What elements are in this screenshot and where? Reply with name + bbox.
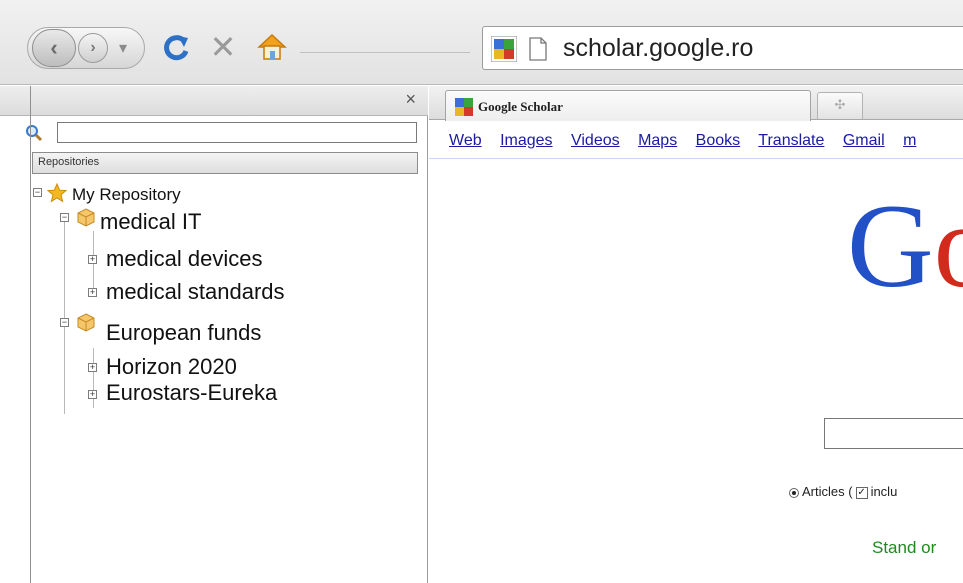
tree-node-group[interactable]: medical IT — [100, 209, 201, 235]
tree-guide-line — [64, 214, 65, 414]
back-button[interactable]: ‹ — [32, 29, 76, 67]
include-checkbox[interactable]: ✓ — [855, 486, 868, 499]
home-button[interactable] — [254, 28, 290, 66]
reload-button[interactable] — [160, 28, 194, 66]
nav-link-videos[interactable]: Videos — [571, 132, 620, 149]
child-expander[interactable]: + — [88, 363, 97, 372]
new-tab-button[interactable]: ✣ — [817, 92, 863, 119]
back-icon: ‹ — [50, 35, 58, 60]
nav-link-translate[interactable]: Translate — [758, 132, 824, 149]
google-scholar-favicon-icon — [491, 36, 517, 62]
scholar-search-input[interactable] — [824, 418, 963, 449]
nav-link-images[interactable]: Images — [500, 132, 552, 149]
history-dropdown-icon: ▾ — [118, 40, 128, 57]
child-expander[interactable]: + — [88, 390, 97, 399]
tree-node-child[interactable]: medical standards — [106, 279, 285, 305]
group-expander[interactable]: − — [60, 318, 69, 327]
include-label: inclu — [870, 484, 898, 499]
browser-toolbar: ‹ › ▾ ✕ scholar.google.ro — [0, 0, 963, 85]
nav-link-web[interactable]: Web — [449, 132, 482, 149]
address-bar[interactable]: scholar.google.ro — [482, 26, 963, 70]
toolbar-separator — [300, 52, 470, 53]
new-tab-icon: ✣ — [834, 97, 846, 112]
nav-link-maps[interactable]: Maps — [638, 132, 677, 149]
tab-google-scholar[interactable]: Google Scholar — [445, 90, 811, 121]
history-dropdown-button[interactable]: ▾ — [112, 36, 134, 60]
tab-strip: Google Scholar ✣ — [429, 86, 963, 121]
repository-sidebar: × Repositories − My Repository − medical… — [0, 86, 428, 583]
tree-node-group[interactable]: European funds — [106, 320, 261, 346]
google-nav-bar: Web Images Videos Maps Books Translate G… — [449, 132, 963, 154]
nav-link-books[interactable]: Books — [696, 132, 740, 149]
google-scholar-logo: Go — [847, 186, 963, 306]
cube-icon — [77, 208, 95, 227]
logo-letter: G — [847, 179, 934, 312]
forward-icon: › — [90, 39, 96, 56]
home-icon — [257, 33, 287, 60]
url-text[interactable]: scholar.google.ro — [563, 34, 753, 63]
stop-icon: ✕ — [209, 29, 237, 65]
google-scholar-favicon-icon — [455, 98, 473, 116]
tree-node-child[interactable]: Horizon 2020 — [106, 354, 237, 380]
page-icon — [529, 37, 547, 61]
articles-radio[interactable] — [789, 487, 799, 498]
nav-link-gmail[interactable]: Gmail — [843, 132, 885, 149]
nav-bar-divider — [429, 158, 963, 159]
group-expander[interactable]: − — [60, 213, 69, 222]
forward-button[interactable]: › — [78, 33, 108, 63]
search-options: Articles (✓ inclu — [789, 484, 897, 499]
sidebar-frame-edge — [30, 86, 31, 583]
star-icon — [47, 183, 67, 203]
cube-icon — [77, 313, 95, 332]
articles-label: Articles ( — [802, 484, 853, 499]
tree-guide-line — [93, 348, 94, 408]
logo-letter: o — [934, 179, 963, 312]
tree-node-child[interactable]: medical devices — [106, 246, 263, 272]
tree-node-root[interactable]: My Repository — [72, 185, 181, 205]
browser-content: Google Scholar ✣ Web Images Videos Maps … — [429, 86, 963, 583]
stop-button[interactable]: ✕ — [206, 28, 240, 66]
child-expander[interactable]: + — [88, 288, 97, 297]
repository-tree: − My Repository − medical IT + medical d… — [0, 86, 428, 583]
tab-title: Google Scholar — [478, 99, 563, 114]
child-expander[interactable]: + — [88, 255, 97, 264]
reload-icon — [164, 35, 189, 61]
nav-link-more[interactable]: m — [903, 132, 916, 149]
root-expander[interactable]: − — [33, 188, 42, 197]
scholar-tagline: Stand or — [872, 538, 937, 557]
tree-node-child[interactable]: Eurostars-Eureka — [106, 380, 277, 406]
